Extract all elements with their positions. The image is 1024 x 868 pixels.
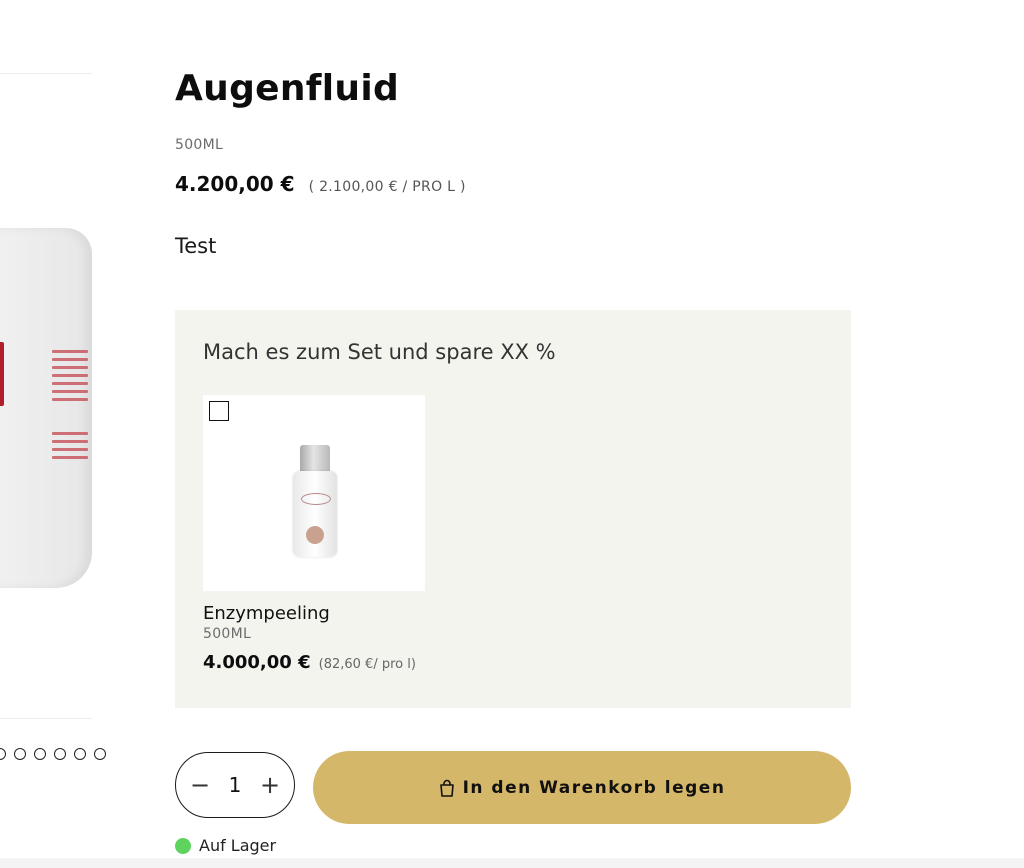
bottle-body — [293, 471, 337, 557]
bottle-brand-mark — [301, 493, 331, 505]
bundle-product-image[interactable] — [203, 395, 425, 591]
increase-quantity-button[interactable]: + — [260, 773, 280, 797]
quantity-value[interactable]: 1 — [229, 773, 242, 797]
gallery-dot[interactable] — [74, 748, 86, 760]
gallery-bottom-divider — [0, 718, 92, 719]
product-unit-price: ( 2.100,00 € / PRO L ) — [308, 179, 466, 195]
shopping-bag-icon — [439, 779, 454, 797]
bundle-price-row: 4.000,00 € (82,60 €/ pro l) — [203, 652, 425, 673]
add-to-cart-label: In den Warenkorb legen — [462, 777, 726, 798]
bundle-product-unit-price: (82,60 €/ pro l) — [318, 657, 416, 672]
bundle-select-checkbox[interactable] — [209, 401, 229, 421]
label-accent-stripe — [0, 342, 4, 406]
label-text-block — [52, 432, 88, 464]
bundle-offer: Mach es zum Set und spare XX % Enzympeel… — [175, 310, 851, 708]
product-title: Augenfluid — [175, 68, 400, 109]
gallery-dot[interactable] — [94, 748, 106, 760]
bundle-product-card: Enzympeeling 500ML 4.000,00 € (82,60 €/ … — [203, 395, 425, 673]
stock-label: Auf Lager — [199, 836, 277, 855]
bundle-product-price: 4.000,00 € — [203, 652, 311, 673]
gallery-dot[interactable] — [34, 748, 46, 760]
add-to-cart-button[interactable]: In den Warenkorb legen — [313, 751, 851, 824]
gallery-top-divider — [0, 73, 92, 74]
bottom-band — [0, 858, 1024, 868]
product-description: Test — [175, 234, 217, 258]
product-image[interactable] — [0, 228, 92, 588]
bottle-seal — [306, 526, 324, 544]
bottle-cap — [300, 445, 330, 473]
bundle-title: Mach es zum Set und spare XX % — [203, 340, 556, 364]
label-text-block — [52, 350, 88, 406]
in-stock-indicator-icon — [175, 837, 191, 854]
decrease-quantity-button[interactable]: − — [190, 773, 210, 797]
product-page: Augenfluid 500ML 4.200,00 € ( 2.100,00 €… — [0, 0, 1024, 868]
bundle-product-name[interactable]: Enzympeeling — [203, 603, 425, 624]
product-price: 4.200,00 € — [175, 172, 295, 196]
price-row: 4.200,00 € ( 2.100,00 € / PRO L ) — [175, 172, 466, 196]
product-size: 500ML — [175, 137, 224, 153]
quantity-stepper: − 1 + — [175, 752, 295, 818]
gallery-dot[interactable] — [0, 748, 6, 760]
stock-status: Auf Lager — [175, 836, 276, 855]
gallery-dot[interactable] — [54, 748, 66, 760]
bottle-image — [293, 445, 337, 557]
gallery-pagination — [0, 748, 106, 760]
bundle-product-size: 500ML — [203, 626, 252, 642]
gallery-dot[interactable] — [14, 748, 26, 760]
product-gallery — [0, 0, 106, 868]
